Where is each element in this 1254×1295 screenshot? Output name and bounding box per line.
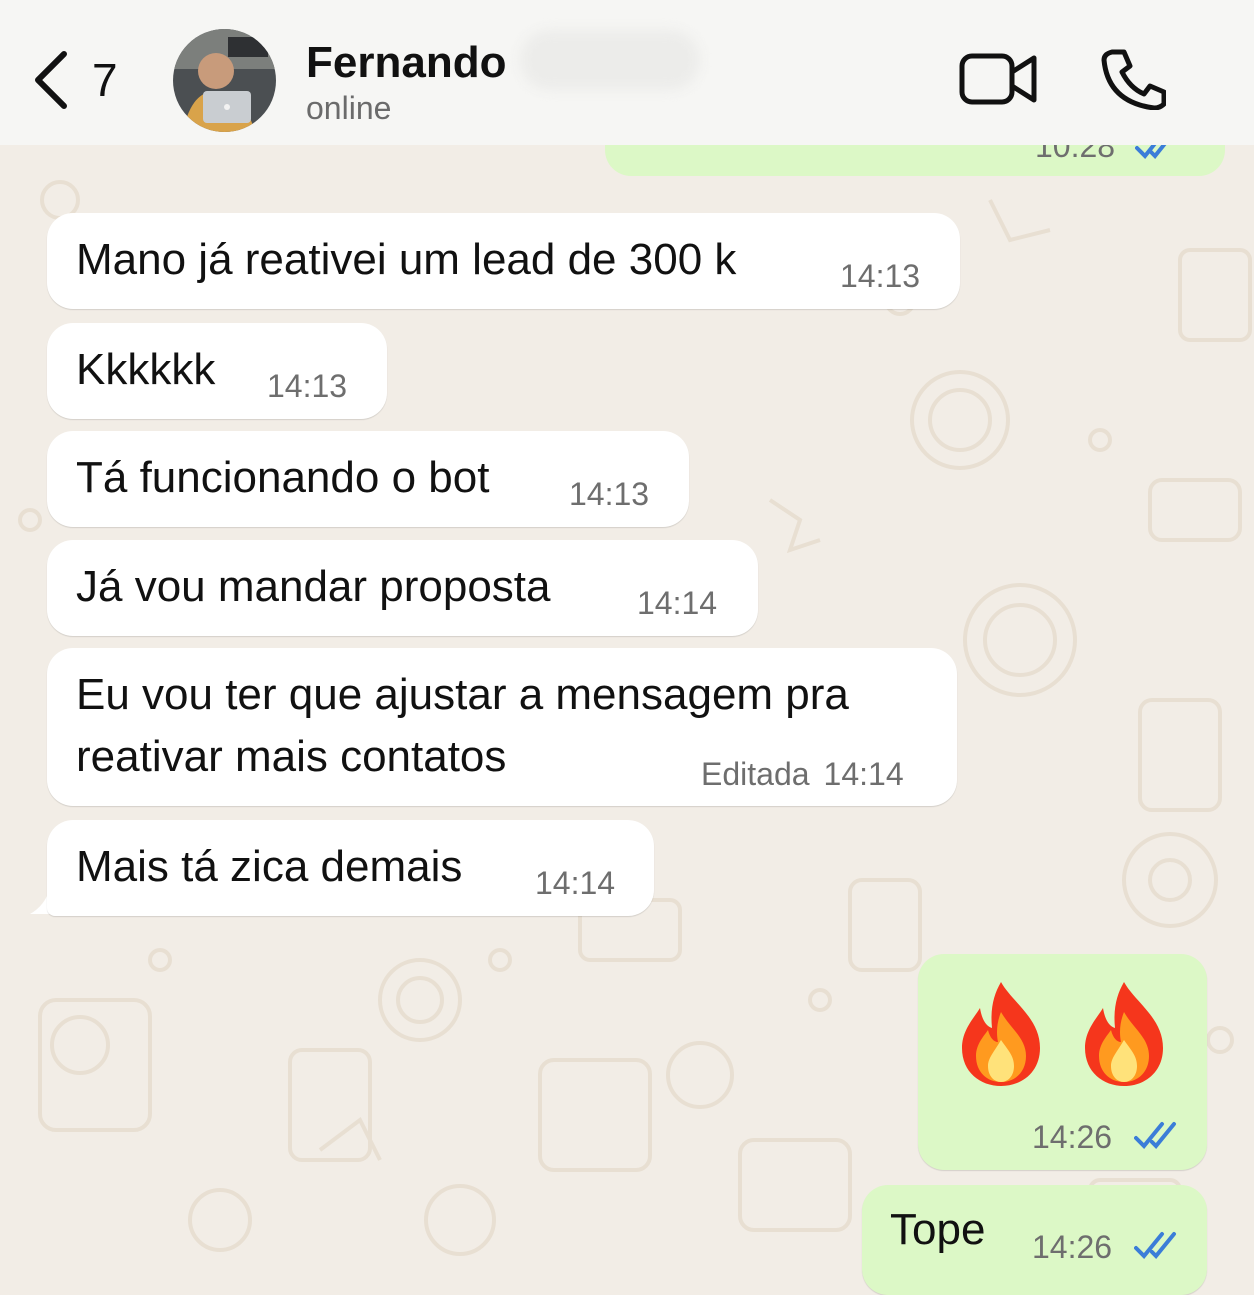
- contact-status: online: [306, 90, 392, 126]
- video-call-button[interactable]: [958, 50, 1040, 108]
- chevron-left-icon: [35, 51, 67, 109]
- message-time: 14:14: [823, 756, 904, 792]
- message-time: 14:13: [840, 258, 921, 294]
- avatar[interactable]: [173, 29, 276, 132]
- message-time: 14:14: [637, 585, 718, 621]
- video-camera-icon: [959, 53, 1037, 105]
- message-text: Mano já reativei um lead de 300 k: [76, 235, 737, 284]
- message-text: Mais tá zica demais: [76, 842, 463, 891]
- double-check-icon: [1134, 1122, 1176, 1149]
- outgoing-message[interactable]: 14:26: [918, 954, 1207, 1170]
- chat-header: 7 Fernando online: [0, 0, 1254, 145]
- incoming-message[interactable]: Tá funcionando o bot 14:13: [47, 431, 689, 527]
- message-time: 14:26: [1032, 1119, 1113, 1155]
- message-text-line-2: reativar mais contatos: [76, 732, 507, 781]
- message-text-line-1: Eu vou ter que ajustar a mensagem pra: [76, 670, 849, 719]
- outgoing-message[interactable]: Tope 14:26: [862, 1185, 1207, 1295]
- edited-label: Editada: [701, 756, 810, 792]
- incoming-message[interactable]: Mais tá zica demais 14:14: [47, 820, 654, 916]
- message-text: Kkkkkk: [76, 345, 216, 394]
- incoming-message[interactable]: Kkkkkk 14:13: [47, 323, 387, 419]
- back-button[interactable]: 7: [30, 44, 118, 116]
- unread-count: 7: [92, 54, 118, 106]
- message-time: 14:14: [535, 865, 616, 901]
- fire-emoji-icon: [962, 982, 1040, 1086]
- redacted-surname: [520, 30, 700, 90]
- fire-emoji-icon: [1085, 982, 1163, 1086]
- voice-call-button[interactable]: [1100, 48, 1167, 111]
- message-meta: Editada 14:14: [701, 756, 904, 793]
- message-text: Tá funcionando o bot: [76, 453, 490, 502]
- double-check-icon: [1134, 1232, 1176, 1259]
- message-text: Já vou mandar proposta: [76, 562, 551, 611]
- message-time: 14:26: [1032, 1229, 1113, 1265]
- incoming-message[interactable]: Mano já reativei um lead de 300 k 14:13: [47, 213, 960, 309]
- contact-name: Fernando: [306, 38, 507, 87]
- message-time: 14:13: [569, 476, 650, 512]
- message-time: 14:13: [267, 368, 348, 404]
- phone-icon: [1101, 49, 1167, 111]
- incoming-message[interactable]: Eu vou ter que ajustar a mensagem pra re…: [47, 648, 957, 806]
- incoming-message[interactable]: Já vou mandar proposta 14:14: [47, 540, 758, 636]
- message-text: Tope: [890, 1205, 986, 1254]
